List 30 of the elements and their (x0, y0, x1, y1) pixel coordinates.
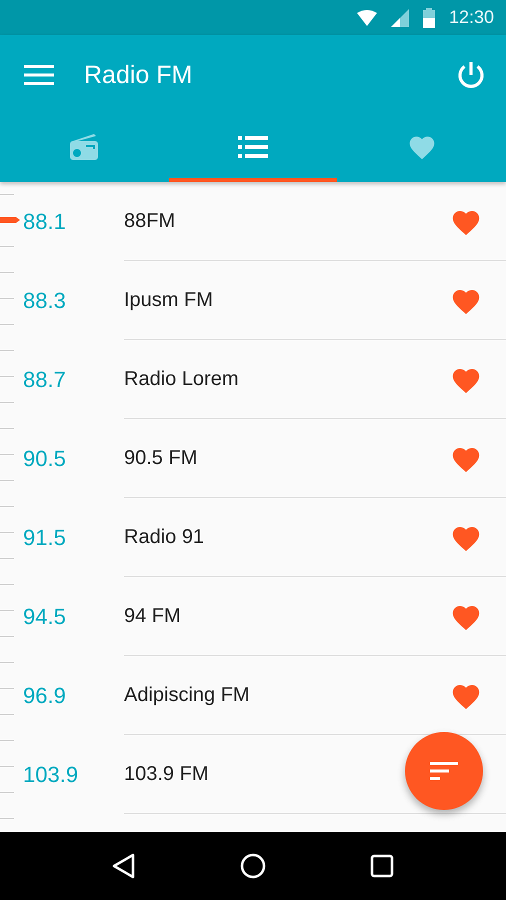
station-frequency: 88.3 (22, 288, 67, 314)
battery-icon (422, 8, 435, 28)
station-name[interactable]: Radio Lorem (124, 368, 239, 390)
clock-time: 12:30 (448, 7, 494, 28)
station-frequency: 91.5 (22, 524, 67, 550)
station-frequency: 94.5 (22, 604, 67, 630)
station-name[interactable]: 88FM (124, 210, 176, 232)
station-frequency: 90.5 (22, 446, 67, 472)
radio-icon (70, 134, 98, 160)
station-name[interactable]: 90.5 FM (124, 446, 198, 470)
station-frequency: 88.7 (22, 366, 67, 392)
recents-button[interactable] (370, 854, 394, 878)
station-name[interactable]: 103.9 FM (124, 762, 208, 786)
station-name[interactable]: Radio 91 (124, 526, 204, 548)
app-title: Radio FM (84, 60, 194, 90)
station-name[interactable]: 94 FM (124, 604, 181, 628)
station-frequency: 103.9 (22, 762, 80, 788)
station-frequency: 88.1 (22, 208, 67, 234)
home-button[interactable] (240, 853, 266, 879)
list-icon (238, 136, 268, 158)
menu-button[interactable] (24, 65, 54, 85)
sort-icon (430, 762, 458, 780)
wifi-icon (356, 10, 377, 26)
power-button[interactable] (456, 60, 486, 90)
back-button[interactable] (112, 853, 136, 879)
station-name[interactable]: Adipiscing FM (124, 684, 250, 706)
signal-icon (390, 8, 409, 26)
sort-button[interactable] (405, 732, 483, 810)
station-frequency: 96.9 (22, 682, 67, 708)
station-name[interactable]: Ipusm FM (124, 288, 213, 312)
